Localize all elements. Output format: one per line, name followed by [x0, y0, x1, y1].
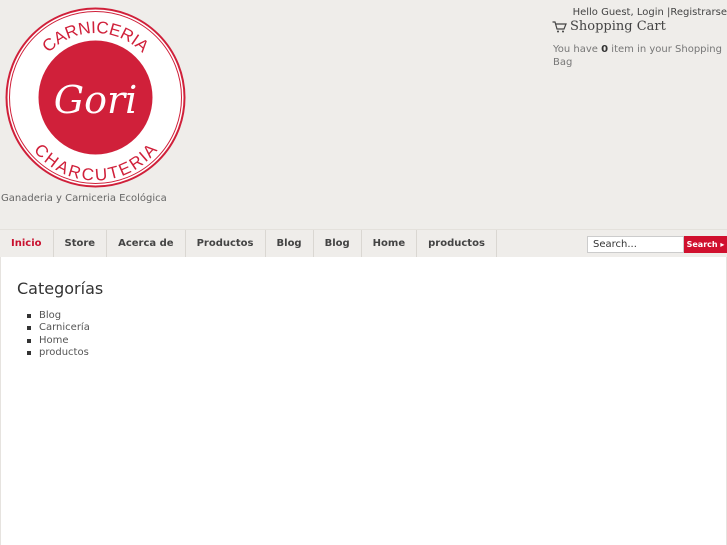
- user-links: Hello Guest, Login |Registrarse: [573, 7, 727, 18]
- shopping-cart-link[interactable]: Shopping Cart: [552, 19, 666, 34]
- cart-title: Shopping Cart: [570, 19, 666, 34]
- cart-count: 0: [601, 44, 609, 55]
- nav-item-inicio[interactable]: Inicio: [0, 230, 54, 257]
- categories-list: Blog Carnicería Home productos: [27, 310, 90, 359]
- search-input[interactable]: [587, 236, 684, 253]
- cart-message: You have 0 item in your Shopping Bag: [553, 44, 722, 68]
- nav-item-store[interactable]: Store: [54, 230, 108, 257]
- category-item-productos[interactable]: productos: [27, 347, 90, 359]
- main-content: Categorías Blog Carnicería Home producto…: [0, 257, 727, 545]
- nav-item-acerca-de[interactable]: Acerca de: [107, 230, 186, 257]
- login-link[interactable]: Login: [637, 7, 664, 18]
- greeting-text: Hello Guest,: [572, 7, 634, 18]
- search-button[interactable]: Search ▸: [684, 236, 727, 253]
- nav-item-blog-2[interactable]: Blog: [314, 230, 362, 257]
- nav-item-home[interactable]: Home: [362, 230, 418, 257]
- category-item-home[interactable]: Home: [27, 335, 90, 347]
- nav-item-productos[interactable]: Productos: [186, 230, 266, 257]
- category-item-carniceria[interactable]: Carnicería: [27, 322, 90, 334]
- categories-title: Categorías: [17, 279, 104, 298]
- site-tagline: Ganaderia y Carniceria Ecológica: [1, 193, 167, 204]
- cart-icon: [552, 20, 567, 32]
- category-item-blog[interactable]: Blog: [27, 310, 90, 322]
- logo-brand: Gori: [54, 78, 138, 122]
- register-link[interactable]: Registrarse: [670, 7, 727, 18]
- site-logo[interactable]: CARNICERIA CHARCUTERIA Gori: [5, 7, 186, 188]
- nav-item-blog[interactable]: Blog: [266, 230, 314, 257]
- nav-item-productos-2[interactable]: productos: [417, 230, 497, 257]
